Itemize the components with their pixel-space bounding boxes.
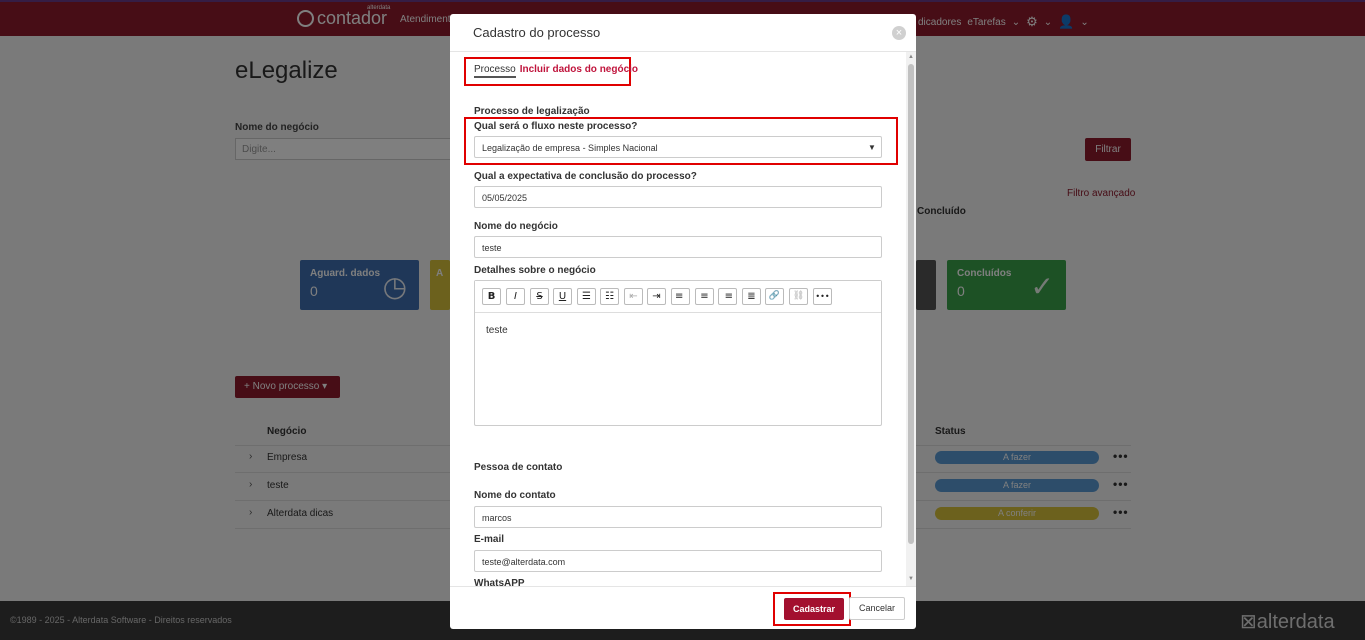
details-editor-content[interactable]: teste [486,325,508,336]
expected-date-input[interactable]: 05/05/2025 [474,186,882,208]
details-editor: B I S U ☰ ☷ ⇤ ⇥ ≡ ≡ ≡ ≣ 🔗 ⛓ ••• teste [474,280,882,426]
scrollbar-thumb[interactable] [908,64,914,544]
italic-icon[interactable]: I [506,288,525,305]
scroll-down-icon[interactable]: ▼ [908,576,914,582]
strikethrough-icon[interactable]: S [530,288,549,305]
modal-footer: Cadastrar Cancelar [450,586,916,629]
email-label: E-mail [474,534,505,545]
business-name-label: Nome do negócio [474,221,558,232]
contact-name-label: Nome do contato [474,490,556,501]
flow-select-value: Legalização de empresa - Simples Naciona… [482,143,658,153]
section-title-process: Processo de legalização [474,106,590,117]
whatsapp-label: WhatsAPP [474,578,525,586]
section-title-contact: Pessoa de contato [474,462,563,473]
close-icon[interactable]: × [892,26,906,40]
caret-down-icon: ▼ [868,143,876,152]
scroll-up-icon[interactable]: ▲ [908,54,914,60]
flow-label: Qual será o fluxo neste processo? [474,121,638,132]
indent-icon[interactable]: ⇥ [647,288,666,305]
tab-processo[interactable]: Processo [474,64,516,78]
modal-body: Processo Incluir dados do negócio Proces… [450,52,916,586]
unlink-icon[interactable]: ⛓ [789,288,808,305]
align-left-icon[interactable]: ≡ [671,288,690,305]
numbered-list-icon[interactable]: ☷ [600,288,619,305]
modal-title: Cadastro do processo [473,25,601,40]
align-right-icon[interactable]: ≡ [718,288,737,305]
outdent-icon[interactable]: ⇤ [624,288,643,305]
modal-tabs: Processo Incluir dados do negócio [474,64,638,78]
editor-toolbar: B I S U ☰ ☷ ⇤ ⇥ ≡ ≡ ≡ ≣ 🔗 ⛓ ••• [475,281,881,313]
flow-select[interactable]: Legalização de empresa - Simples Naciona… [474,136,882,158]
align-center-icon[interactable]: ≡ [695,288,714,305]
more-options-icon[interactable]: ••• [813,288,832,305]
cadastrar-button[interactable]: Cadastrar [784,598,844,620]
bullet-list-icon[interactable]: ☰ [577,288,596,305]
bold-icon[interactable]: B [482,288,501,305]
underline-icon[interactable]: U [553,288,572,305]
modal-header: Cadastro do processo × [450,14,916,52]
justify-icon[interactable]: ≣ [742,288,761,305]
tab-incluir-dados[interactable]: Incluir dados do negócio [520,64,638,78]
expected-date-label: Qual a expectativa de conclusão do proce… [474,171,697,182]
details-label: Detalhes sobre o negócio [474,265,596,276]
business-name-input[interactable]: teste [474,236,882,258]
process-registration-modal: Cadastro do processo × Processo Incluir … [450,14,916,629]
cancel-button[interactable]: Cancelar [849,597,905,620]
email-input[interactable]: teste@alterdata.com [474,550,882,572]
link-icon[interactable]: 🔗 [765,288,784,305]
modal-scrollbar[interactable]: ▲ ▼ [906,52,916,586]
contact-name-input[interactable]: marcos [474,506,882,528]
